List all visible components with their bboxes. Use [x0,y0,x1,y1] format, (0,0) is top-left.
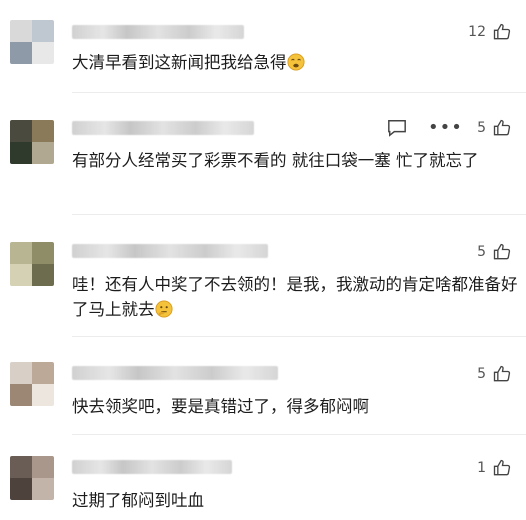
thumbs-up-icon[interactable] [492,458,512,478]
reply-icon[interactable] [386,118,408,138]
username-blurred[interactable] [72,460,232,474]
divider [72,336,526,337]
like-control[interactable]: 12 [468,22,512,42]
like-count: 1 [477,460,486,476]
like-control[interactable]: 5 [477,364,512,384]
comment-tools: ••• [386,118,463,138]
thumbs-up-icon[interactable] [492,22,512,42]
comment-text: 大清早看到这新闻把我给急得 [72,50,518,75]
username-blurred[interactable] [72,25,244,39]
more-icon[interactable]: ••• [428,119,463,137]
avatar[interactable] [10,242,54,286]
thinking-face-icon [154,300,173,318]
avatar[interactable] [10,20,54,64]
comment-text: 有部分人经常买了彩票不看的 就往口袋一塞 忙了就忘了 [72,151,479,170]
like-control[interactable]: 5 [477,118,512,138]
username-blurred[interactable] [72,366,278,380]
divider [72,214,526,215]
username-blurred[interactable] [72,121,254,135]
divider [72,92,526,93]
avatar[interactable] [10,362,54,406]
divider [72,434,526,435]
like-count: 5 [477,244,486,260]
weary-face-icon [286,53,305,71]
like-count: 5 [477,366,486,382]
like-control[interactable]: 1 [477,458,512,478]
avatar[interactable] [10,456,54,500]
like-count: 5 [477,120,486,136]
avatar[interactable] [10,120,54,164]
comment-text: 哇！还有人中奖了不去领的！是我，我激动的肯定啥都准备好了马上就去 [72,275,518,319]
like-count: 12 [468,24,486,40]
thumbs-up-icon[interactable] [492,242,512,262]
comment-text: 过期了郁闷到吐血 [72,491,204,510]
thumbs-up-icon[interactable] [492,118,512,138]
like-control[interactable]: 5 [477,242,512,262]
username-blurred[interactable] [72,244,268,258]
thumbs-up-icon[interactable] [492,364,512,384]
comment-text: 快去领奖吧，要是真错过了，得多郁闷啊 [72,397,369,416]
